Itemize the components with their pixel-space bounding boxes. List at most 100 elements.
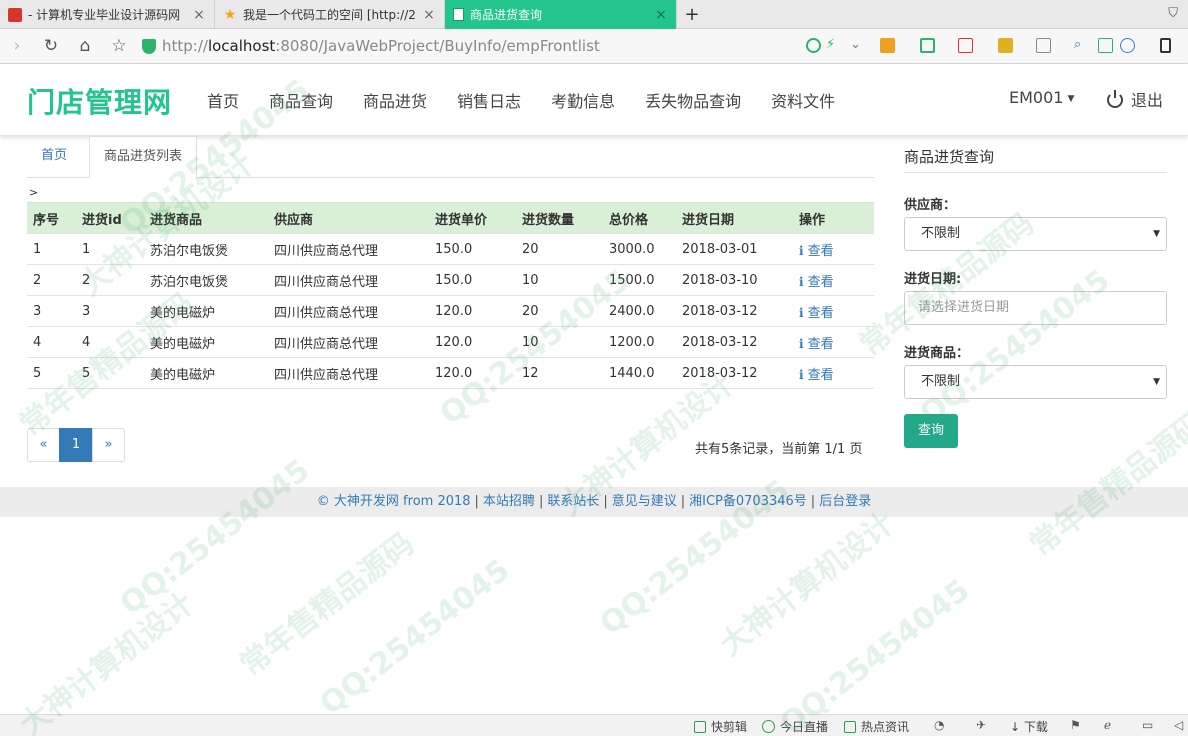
supplier-select[interactable]: 不限制 ▼ [904,217,1167,251]
cell-total: 3000.0 [603,233,676,265]
footer-copyright[interactable]: © 大神开发网 from 2018 [317,494,471,509]
game-icon[interactable] [998,38,1013,53]
book-icon[interactable] [1098,38,1113,53]
shirt-icon[interactable]: ⛉ [1168,6,1178,21]
wallet-icon[interactable] [920,38,935,53]
user-menu[interactable]: EM001 ▼ [1009,88,1074,107]
footer-feedback-link[interactable]: 意见与建议 [612,494,677,509]
view-link[interactable]: i 查看 [799,275,834,290]
goods-select[interactable]: 不限制 ▼ [904,365,1167,399]
site-logo[interactable]: 门店管理网 [27,81,172,121]
browser-tab-2[interactable]: ★ 我是一个代码工的空间 [http://2 × [215,0,445,29]
nav-home[interactable]: 首页 [207,88,239,112]
close-tab-icon[interactable]: × [192,7,206,23]
browser-tab-active[interactable]: 商品进货查询 × [445,0,677,29]
breadcrumb-home-tab[interactable]: 首页 [27,136,81,178]
nav-documents[interactable]: 资料文件 [771,88,835,112]
cell-date: 2018-03-12 [676,295,793,327]
lightning-icon[interactable]: ⚡ [826,37,835,52]
cell-action: i 查看 [793,357,874,389]
prev-page-button[interactable]: « [27,428,60,462]
phone-icon[interactable] [1160,38,1171,53]
nav-lost-items[interactable]: 丢失物品查询 [645,88,741,112]
dropdown-icon[interactable]: ⌄ [850,37,861,52]
pin-icon[interactable]: ✈ [976,718,986,732]
watermark-text: QQ:25454045 [773,572,977,736]
ie-icon[interactable]: ℯ [1104,718,1111,732]
col-id: 进货id [76,202,144,234]
site-favicon-icon [8,7,22,22]
minus-circle-icon[interactable] [1120,38,1135,53]
view-link[interactable]: i 查看 [799,244,834,259]
view-link[interactable]: i 查看 [799,306,834,321]
bookmark-star-icon[interactable]: ☆ [102,36,136,56]
audio-icon[interactable]: ◁ [1174,718,1183,732]
browser-tab-1[interactable]: - 计算机专业毕业设计源码网 × [0,0,215,29]
power-icon [1107,90,1123,108]
security-shield-icon [142,38,156,54]
close-tab-icon[interactable]: × [654,7,668,23]
breadcrumb-current-tab[interactable]: 商品进货列表 [89,136,198,179]
cell-action: i 查看 [793,233,874,265]
footer-separator: | [474,494,479,509]
status-download[interactable]: ↓ 下载 [1010,718,1048,735]
username: EM001 [1009,88,1064,107]
star-favicon-icon: ★ [223,6,237,23]
view-link[interactable]: i 查看 [799,337,834,352]
browser-status-bar: 快剪辑 今日直播 热点资讯 ◔ ✈ ↓ 下载 ⚑ ℯ ▭ ◁ [0,714,1188,736]
view-label: 查看 [807,274,834,290]
footer-contact-link[interactable]: 联系站长 [547,494,599,509]
url-field[interactable]: http://localhost:8080/JavaWebProject/Buy… [142,37,782,55]
close-tab-icon[interactable]: × [422,7,436,23]
status-label: 快剪辑 [711,720,748,734]
col-supplier: 供应商 [268,202,429,234]
cell-date: 2018-03-12 [676,357,793,389]
nav-goods-query[interactable]: 商品查询 [269,88,333,112]
cell-id: 2 [76,264,144,296]
info-icon: i [799,367,804,382]
view-link[interactable]: i 查看 [799,368,834,383]
play-icon [762,720,775,733]
reload-icon[interactable]: ↻ [34,36,68,56]
watermark-text: 常年售精品源码 [1023,406,1188,564]
purchase-date-input[interactable]: 请选择进货日期 [904,291,1167,325]
footer-separator: | [603,494,608,509]
nav-attendance[interactable]: 考勤信息 [551,88,615,112]
window-icon[interactable]: ▭ [1142,718,1153,732]
footer-admin-login-link[interactable]: 后台登录 [819,494,871,509]
home-icon[interactable]: ⌂ [68,36,102,56]
cell-action: i 查看 [793,326,874,358]
cell-id: 4 [76,326,144,358]
logout-button[interactable]: 退出 [1107,87,1163,111]
footer-jobs-link[interactable]: 本站招聘 [483,494,535,509]
new-tab-button[interactable]: + [677,0,707,28]
caret-down-icon: ▼ [1067,93,1075,104]
cell-supplier: 四川供应商总代理 [268,326,429,358]
cell-date: 2018-03-12 [676,326,793,358]
nav-sales-log[interactable]: 销售日志 [457,88,521,112]
speed-icon[interactable]: ◔ [934,718,944,732]
cell-seq: 3 [27,295,76,327]
col-total: 总价格 [603,202,676,234]
nav-purchase[interactable]: 商品进货 [363,88,427,112]
translate-icon[interactable] [958,38,973,53]
mask-icon[interactable] [1036,38,1051,53]
table-row: 2 2 苏泊尔电饭煲 四川供应商总代理 150.0 10 1500.0 2018… [27,264,874,296]
footer-icp-link[interactable]: 湘ICP备0703346号 [689,494,807,509]
pagination: « 1 » [27,428,125,462]
cell-total: 1440.0 [603,357,676,389]
col-price: 进货单价 [429,202,516,234]
cell-supplier: 四川供应商总代理 [268,264,429,296]
extension-icon[interactable] [806,38,821,53]
page-1-button[interactable]: 1 [59,428,93,462]
cell-price: 120.0 [429,295,516,327]
status-quick-edit[interactable]: 快剪辑 [694,718,747,735]
status-news[interactable]: 热点资讯 [844,718,909,735]
query-button[interactable]: 查询 [904,414,958,448]
next-page-button[interactable]: » [92,428,125,462]
apps-icon[interactable] [880,38,895,53]
search-icon[interactable]: ⌕ [1074,37,1081,52]
forward-icon[interactable]: › [0,36,34,56]
flag-icon[interactable]: ⚑ [1070,718,1081,732]
status-live[interactable]: 今日直播 [762,718,828,735]
